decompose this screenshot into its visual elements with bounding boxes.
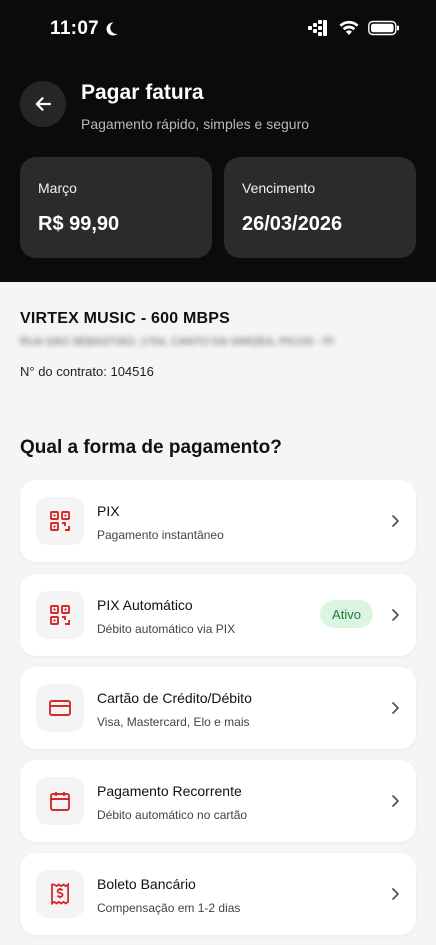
chevron-right-icon <box>392 795 399 807</box>
payment-option-title: Pagamento Recorrente <box>97 783 242 799</box>
payment-section-title: Qual a forma de pagamento? <box>20 437 282 458</box>
due-date-value: 26/03/2026 <box>242 213 343 235</box>
boleto-icon <box>36 870 84 918</box>
calendar-icon <box>36 777 84 825</box>
payment-option-description: Visa, Mastercard, Elo e mais <box>97 715 250 729</box>
qr-code-icon <box>36 497 84 545</box>
amount-value: R$ 99,90 <box>38 213 120 235</box>
payment-option-description: Débito automático via PIX <box>97 622 236 636</box>
status-time: 11:07 <box>50 18 119 40</box>
payment-option-title: Cartão de Crédito/Débito <box>97 690 252 706</box>
moon-icon <box>106 22 118 36</box>
payment-option-title: Boleto Bancário <box>97 876 196 892</box>
payment-option-boleto[interactable]: Boleto Bancário Compensação em 1-2 dias <box>20 853 416 935</box>
chevron-right-icon <box>392 609 399 621</box>
time-label: 11:07 <box>50 18 100 39</box>
signal-icon <box>308 20 327 36</box>
credit-card-icon <box>36 684 84 732</box>
payment-option-title: PIX <box>97 503 120 519</box>
page-subtitle: Pagamento rápido, simples e seguro <box>81 116 310 132</box>
page-title: Pagar fatura <box>81 81 204 104</box>
payment-option-card[interactable]: Cartão de Crédito/Débito Visa, Mastercar… <box>20 667 416 749</box>
payment-option-description: Compensação em 1-2 dias <box>97 901 241 915</box>
plan-name: VIRTEX MUSIC - 600 MBPS <box>20 310 230 327</box>
payment-option-description: Débito automático no cartão <box>97 808 248 822</box>
contract-number: N° do contrato: 104516 <box>20 364 154 379</box>
chevron-right-icon <box>392 515 399 527</box>
arrow-left-icon <box>35 97 52 111</box>
battery-icon <box>368 20 399 36</box>
payment-option-pix-automatico[interactable]: PIX Automático Débito automático via PIX… <box>20 574 416 656</box>
status-badge: Ativo <box>320 600 373 628</box>
payment-option-title: PIX Automático <box>97 597 193 613</box>
payment-option-description: Pagamento instantâneo <box>97 528 224 542</box>
contract-address: RUA SÃO SEBASTIÃO, 1704, CANTO DA VARZEA… <box>20 336 334 348</box>
due-date-card: Vencimento 26/03/2026 <box>224 157 416 258</box>
status-bar: 11:07 <box>0 0 436 58</box>
wifi-icon <box>339 20 359 35</box>
due-label: Vencimento <box>242 180 316 196</box>
chevron-right-icon <box>392 702 399 714</box>
month-label: Março <box>38 180 77 196</box>
header-section: 11:07 Pagar fatura Pagamento rápido, sim… <box>0 0 436 282</box>
payment-option-recurring[interactable]: Pagamento Recorrente Débito automático n… <box>20 760 416 842</box>
chevron-right-icon <box>392 888 399 900</box>
back-button[interactable] <box>20 81 66 127</box>
amount-card: Março R$ 99,90 <box>20 157 212 258</box>
payment-option-pix[interactable]: PIX Pagamento instantâneo <box>20 480 416 562</box>
system-icons <box>308 20 400 36</box>
qr-code-icon <box>36 591 84 639</box>
